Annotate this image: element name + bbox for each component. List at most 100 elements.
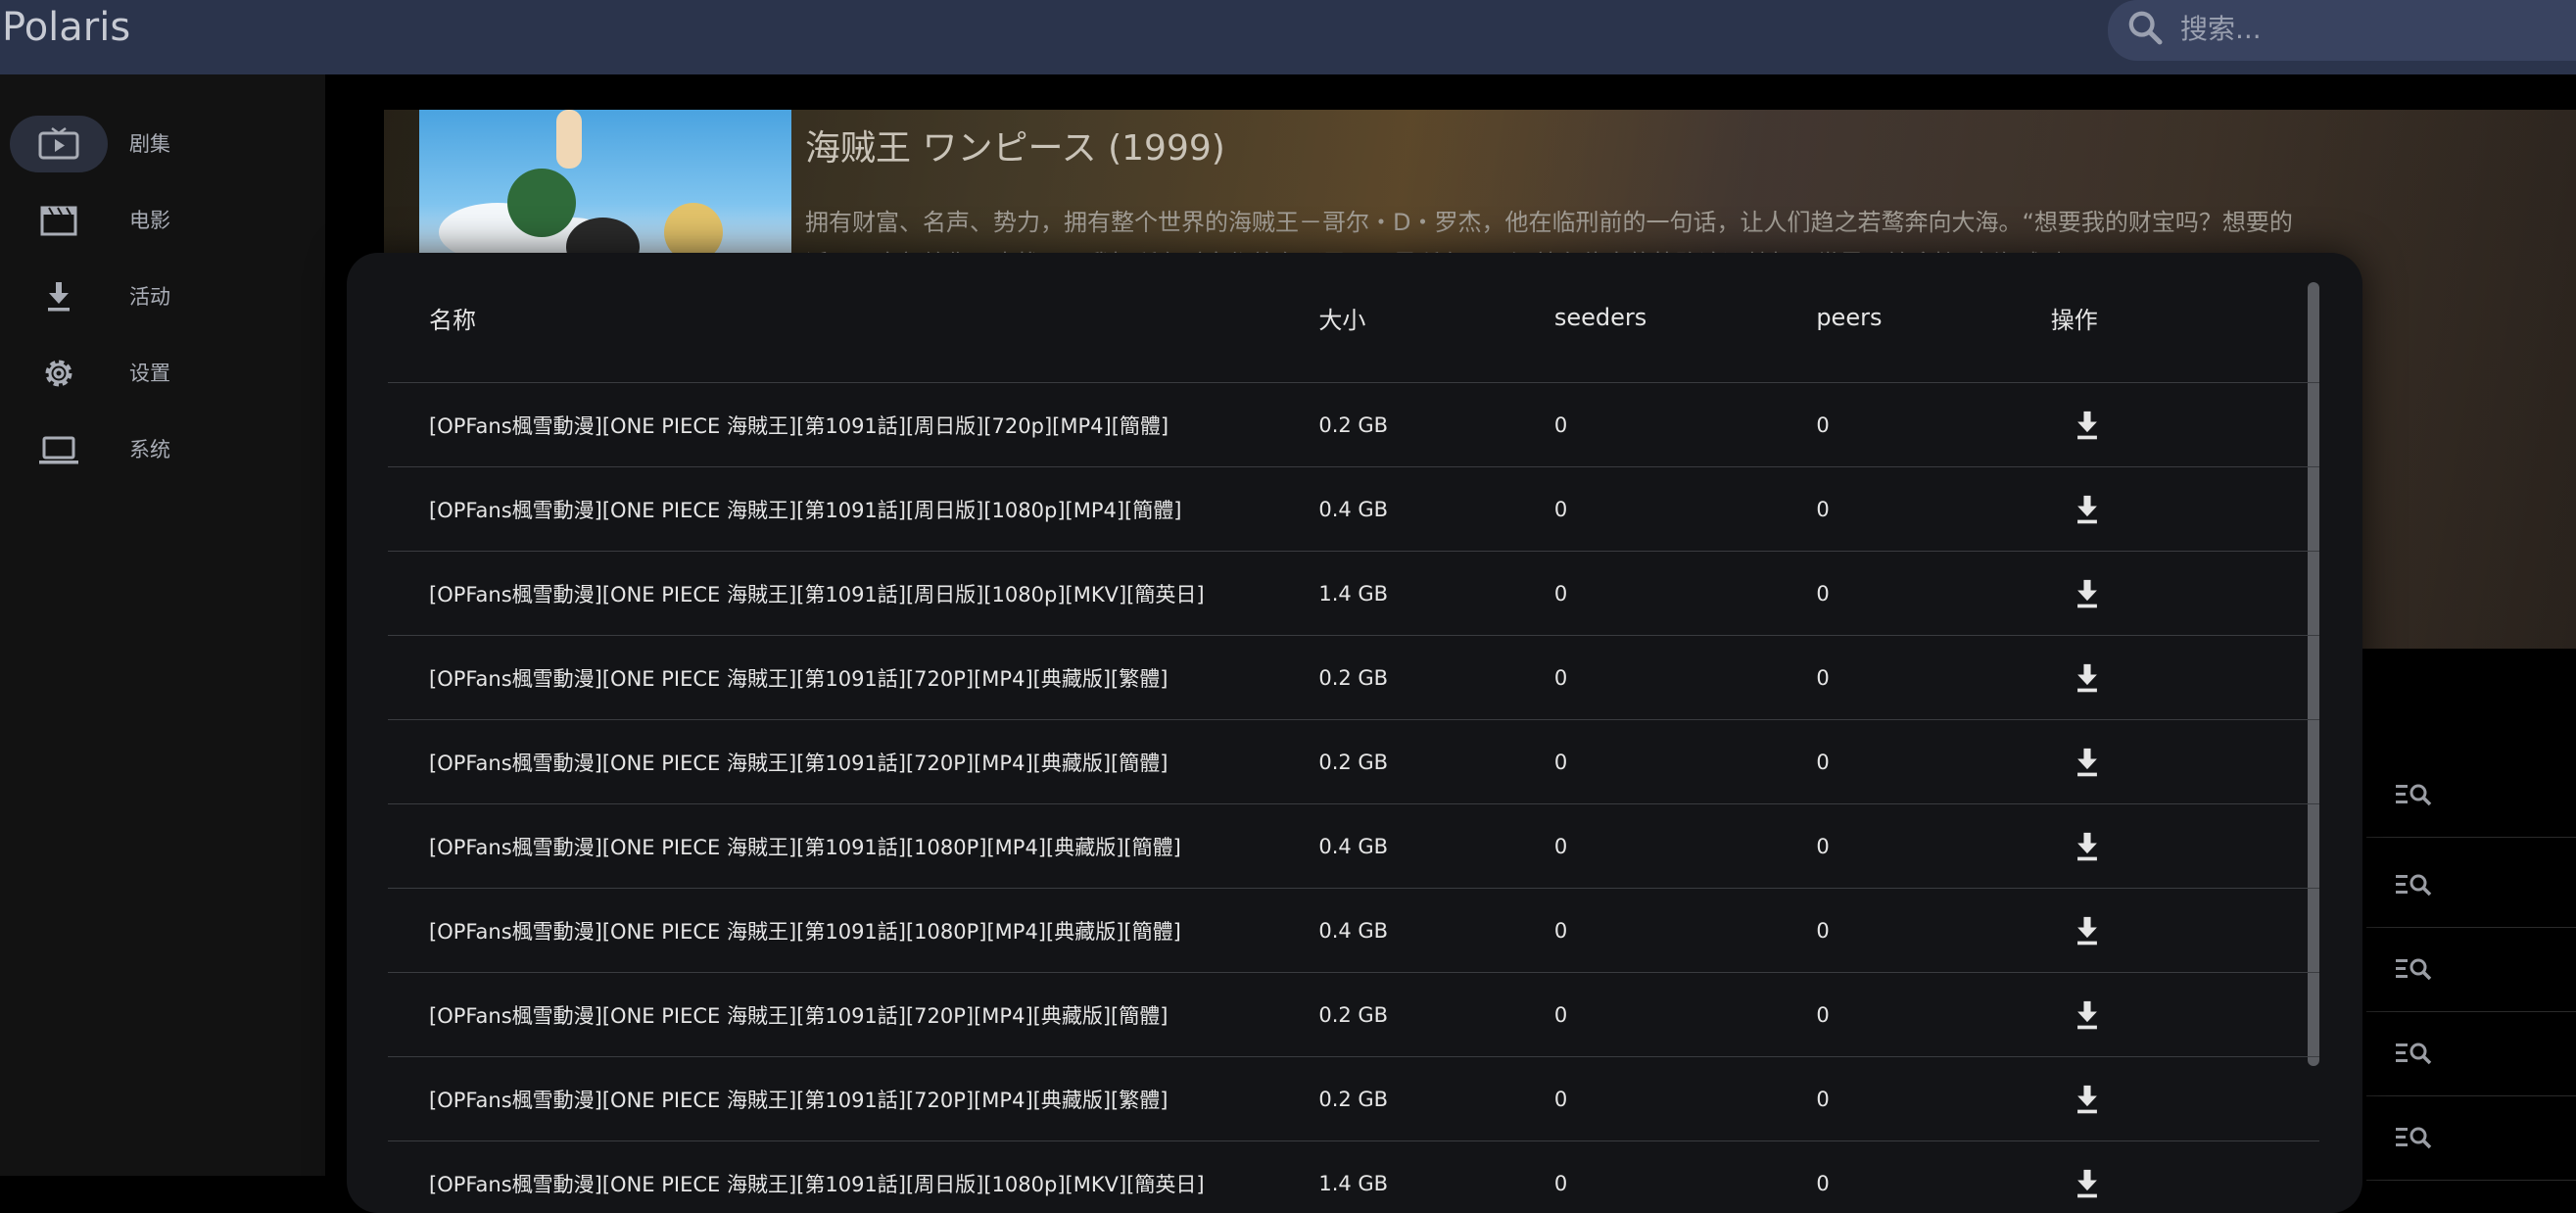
column-header-seeders: seeders <box>1554 253 1816 383</box>
table-row: [OPFans楓雪動漫][ONE PIECE 海賊王][第1091話][720P… <box>388 1057 2319 1141</box>
search-list-icon <box>2394 1039 2433 1068</box>
download-icon[interactable] <box>2071 493 2104 526</box>
torrent-action <box>2051 889 2319 973</box>
torrent-action <box>2051 467 2319 552</box>
download-icon[interactable] <box>2071 914 2104 947</box>
table-row: [OPFans楓雪動漫][ONE PIECE 海賊王][第1091話][720P… <box>388 636 2319 720</box>
torrent-name: [OPFans楓雪動漫][ONE PIECE 海賊王][第1091話][720P… <box>388 1057 1318 1141</box>
table-row: [OPFans楓雪動漫][ONE PIECE 海賊王][第1091話][1080… <box>388 804 2319 889</box>
app-bar: Polaris <box>0 0 2576 74</box>
torrent-size: 0.2 GB <box>1318 1057 1554 1141</box>
sidebar-item-label: 活动 <box>129 268 170 325</box>
torrent-size: 1.4 GB <box>1318 552 1554 636</box>
search-list-icon <box>2394 1123 2433 1152</box>
torrent-seeders: 0 <box>1554 889 1816 973</box>
sidebar-item-system[interactable]: 系统 <box>10 421 304 478</box>
table-row: [OPFans楓雪動漫][ONE PIECE 海賊王][第1091話][周日版]… <box>388 383 2319 467</box>
column-header-size: 大小 <box>1318 253 1554 383</box>
table-row: [OPFans楓雪動漫][ONE PIECE 海賊王][第1091話][周日版]… <box>388 552 2319 636</box>
download-icon[interactable] <box>2071 1083 2104 1116</box>
torrent-size: 0.2 GB <box>1318 383 1554 467</box>
torrent-size: 0.4 GB <box>1318 804 1554 889</box>
torrent-peers: 0 <box>1816 973 2050 1057</box>
download-icon[interactable] <box>2071 661 2104 695</box>
torrent-seeders: 0 <box>1554 720 1816 804</box>
torrent-name: [OPFans楓雪動漫][ONE PIECE 海賊王][第1091話][周日版]… <box>388 552 1318 636</box>
download-icon[interactable] <box>2071 830 2104 863</box>
torrent-peers: 0 <box>1816 552 2050 636</box>
list-item[interactable] <box>2366 752 2576 838</box>
torrent-size: 0.2 GB <box>1318 973 1554 1057</box>
torrent-name: [OPFans楓雪動漫][ONE PIECE 海賊王][第1091話][1080… <box>388 889 1318 973</box>
torrent-name: [OPFans楓雪動漫][ONE PIECE 海賊王][第1091話][周日版]… <box>388 467 1318 552</box>
torrent-action <box>2051 804 2319 889</box>
torrent-dialog: 名称 大小 seeders peers 操作 [OPFans楓雪動漫][ONE … <box>347 253 2362 1213</box>
torrent-name: [OPFans楓雪動漫][ONE PIECE 海賊王][第1091話][1080… <box>388 804 1318 889</box>
torrent-name: [OPFans楓雪動漫][ONE PIECE 海賊王][第1091話][周日版]… <box>388 383 1318 467</box>
torrent-peers: 0 <box>1816 804 2050 889</box>
gear-icon <box>37 357 80 390</box>
column-header-name: 名称 <box>388 253 1318 383</box>
torrent-name: [OPFans楓雪動漫][ONE PIECE 海賊王][第1091話][720P… <box>388 720 1318 804</box>
torrent-seeders: 0 <box>1554 383 1816 467</box>
column-header-peers: peers <box>1816 253 2050 383</box>
torrent-name: [OPFans楓雪動漫][ONE PIECE 海賊王][第1091話][周日版]… <box>388 1141 1318 1213</box>
table-row: [OPFans楓雪動漫][ONE PIECE 海賊王][第1091話][720P… <box>388 973 2319 1057</box>
torrent-name: [OPFans楓雪動漫][ONE PIECE 海賊王][第1091話][720P… <box>388 973 1318 1057</box>
torrent-seeders: 0 <box>1554 1141 1816 1213</box>
sidebar-item-series[interactable]: 剧集 <box>10 116 304 172</box>
torrent-size: 0.4 GB <box>1318 467 1554 552</box>
torrent-peers: 0 <box>1816 1141 2050 1213</box>
torrent-action <box>2051 636 2319 720</box>
torrent-size: 0.2 GB <box>1318 636 1554 720</box>
torrent-peers: 0 <box>1816 889 2050 973</box>
laptop-icon <box>37 433 80 466</box>
torrent-peers: 0 <box>1816 1057 2050 1141</box>
list-item[interactable] <box>2366 1011 2576 1096</box>
download-icon[interactable] <box>2071 998 2104 1032</box>
torrent-peers: 0 <box>1816 467 2050 552</box>
table-row: [OPFans楓雪動漫][ONE PIECE 海賊王][第1091話][1080… <box>388 889 2319 973</box>
search-box[interactable] <box>2108 0 2576 61</box>
torrent-size: 0.2 GB <box>1318 720 1554 804</box>
torrent-size: 0.4 GB <box>1318 889 1554 973</box>
movie-clapper-icon <box>37 204 80 237</box>
torrent-size: 1.4 GB <box>1318 1141 1554 1213</box>
sidebar: 剧集 电影 活动 设置 系统 <box>0 74 325 1176</box>
torrent-peers: 0 <box>1816 383 2050 467</box>
torrent-action <box>2051 1057 2319 1141</box>
search-list-icon <box>2394 954 2433 984</box>
sidebar-item-label: 系统 <box>129 421 170 478</box>
torrent-seeders: 0 <box>1554 973 1816 1057</box>
sidebar-item-label: 电影 <box>129 192 170 249</box>
torrent-seeders: 0 <box>1554 467 1816 552</box>
table-row: [OPFans楓雪動漫][ONE PIECE 海賊王][第1091話][周日版]… <box>388 1141 2319 1213</box>
show-title: 海贼王 ワンピース (1999) <box>805 120 1225 170</box>
table-row: [OPFans楓雪動漫][ONE PIECE 海賊王][第1091話][720P… <box>388 720 2319 804</box>
sidebar-item-activity[interactable]: 活动 <box>10 268 304 325</box>
torrent-action <box>2051 973 2319 1057</box>
download-icon[interactable] <box>2071 746 2104 779</box>
tv-icon <box>37 127 80 161</box>
search-icon <box>2125 8 2165 47</box>
list-item[interactable] <box>2366 927 2576 1012</box>
show-poster[interactable] <box>419 110 791 267</box>
sidebar-item-settings[interactable]: 设置 <box>10 345 304 402</box>
sidebar-item-label: 设置 <box>129 345 170 402</box>
list-item[interactable] <box>2366 1095 2576 1181</box>
torrent-peers: 0 <box>1816 720 2050 804</box>
sidebar-item-movies[interactable]: 电影 <box>10 192 304 249</box>
download-icon <box>37 280 80 314</box>
download-icon[interactable] <box>2071 577 2104 610</box>
column-header-action: 操作 <box>2051 253 2319 383</box>
download-icon[interactable] <box>2071 1167 2104 1200</box>
app-title: Polaris <box>2 0 130 55</box>
torrent-action <box>2051 1141 2319 1213</box>
list-item[interactable] <box>2366 843 2576 928</box>
download-icon[interactable] <box>2071 409 2104 442</box>
torrent-peers: 0 <box>1816 636 2050 720</box>
torrent-action <box>2051 720 2319 804</box>
torrent-name: [OPFans楓雪動漫][ONE PIECE 海賊王][第1091話][720P… <box>388 636 1318 720</box>
search-input[interactable] <box>2178 8 2576 49</box>
search-list-icon <box>2394 780 2433 809</box>
